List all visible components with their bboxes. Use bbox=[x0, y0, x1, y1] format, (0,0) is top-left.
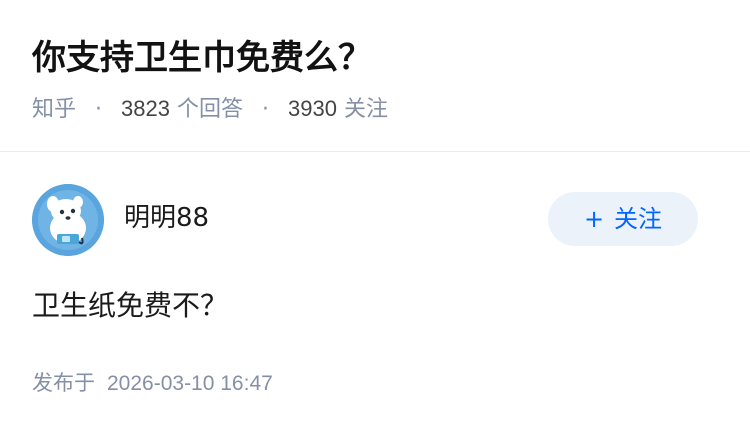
plus-icon: + bbox=[583, 205, 605, 233]
author-name[interactable]: 明明88 bbox=[124, 200, 209, 236]
question-meta: 知乎 · 3823 个回答 · 3930 关注 bbox=[32, 94, 388, 125]
publish-time: 2026-03-10 16:47 bbox=[107, 372, 273, 395]
follow-button-label: 关注 bbox=[614, 205, 663, 233]
meta-separator: · bbox=[261, 97, 269, 122]
avatar-icon bbox=[32, 184, 104, 256]
source-label[interactable]: 知乎 bbox=[32, 97, 76, 122]
question-header: 你支持卫生巾免费么？ 知乎 · 3823 个回答 · 3930 关注 bbox=[0, 0, 750, 151]
follow-button[interactable]: + 关注 bbox=[548, 192, 698, 246]
divider bbox=[0, 151, 750, 152]
avatar[interactable] bbox=[32, 184, 104, 256]
question-title[interactable]: 你支持卫生巾免费么？ bbox=[32, 36, 372, 80]
publish-info: 发布于 2026-03-10 16:47 bbox=[32, 368, 273, 399]
answer-count-suffix: 个回答 bbox=[176, 97, 243, 122]
answer-content[interactable]: 卫生纸免费不？ bbox=[32, 286, 228, 326]
publish-label: 发布于 bbox=[32, 371, 95, 395]
author-row: 明明88 + 关注 bbox=[32, 184, 718, 256]
answer-count: 3823 bbox=[121, 96, 170, 121]
follow-count: 3930 bbox=[287, 96, 337, 121]
meta-separator: · bbox=[95, 97, 103, 122]
follow-count-suffix: 关注 bbox=[343, 97, 388, 122]
